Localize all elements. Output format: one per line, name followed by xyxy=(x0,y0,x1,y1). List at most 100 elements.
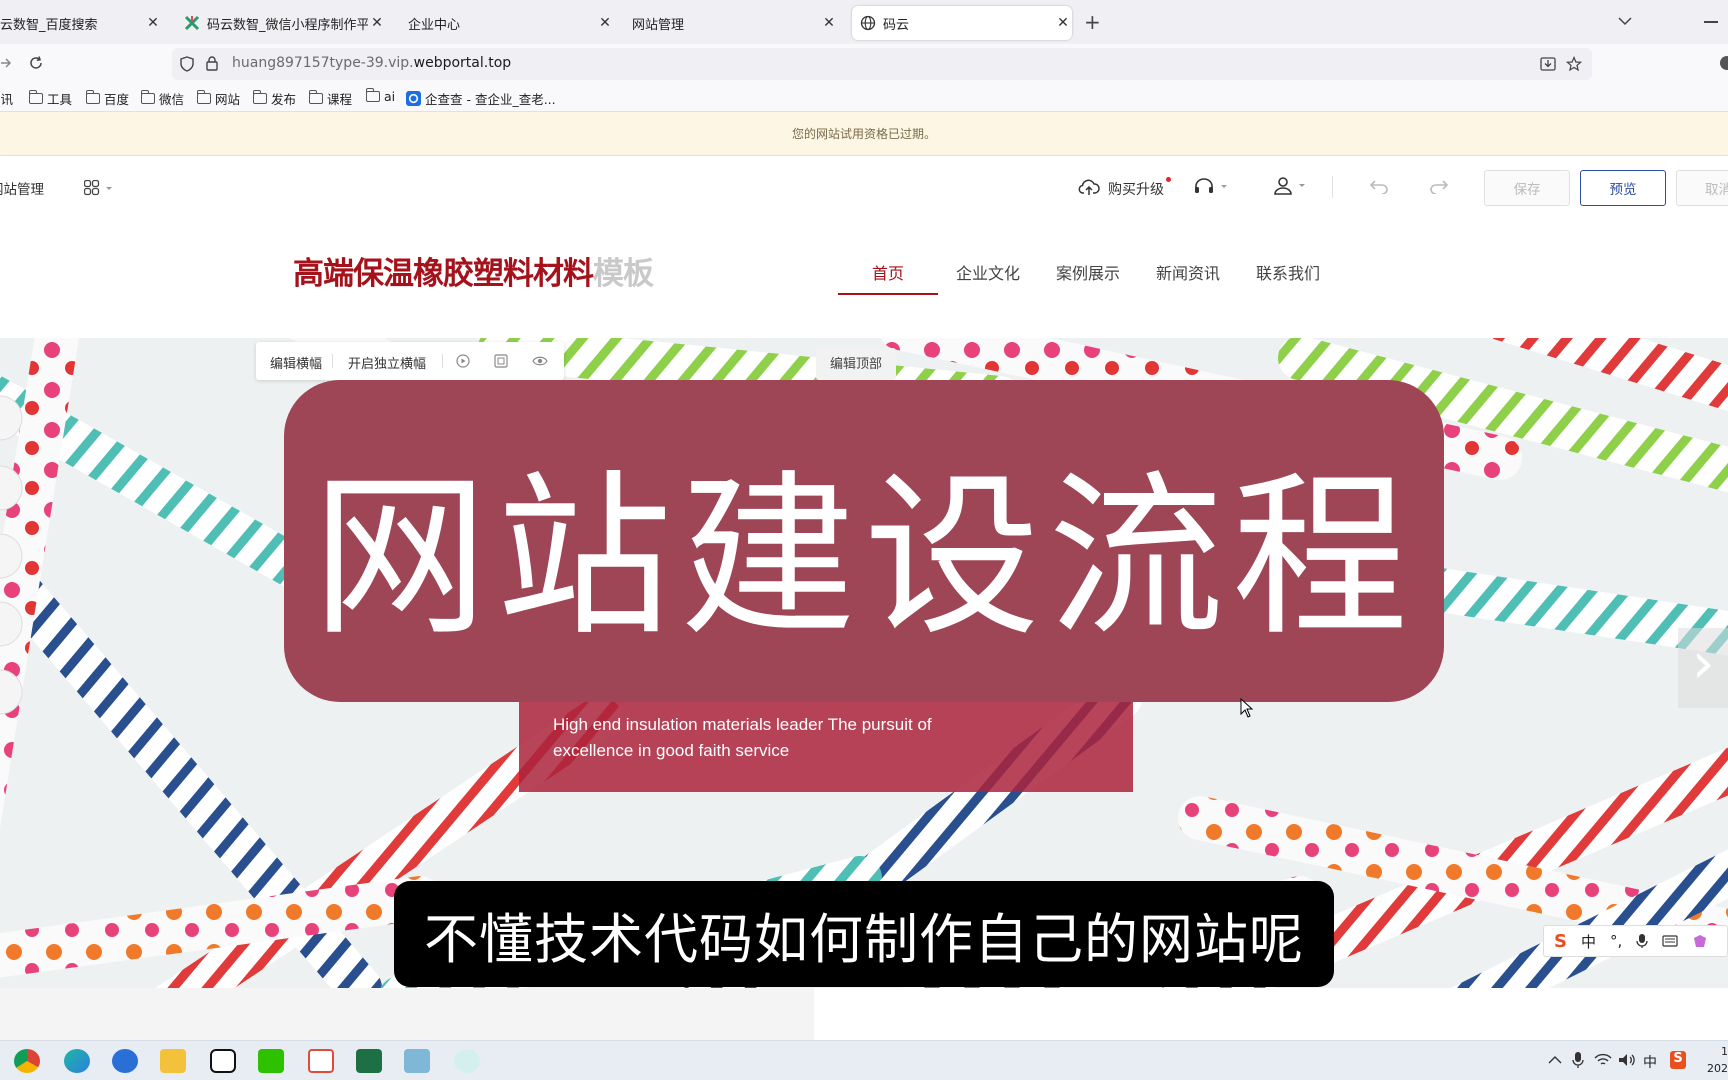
bookmark-label: 课程 xyxy=(327,92,353,107)
edit-top-button[interactable]: 编辑顶部 xyxy=(816,348,896,380)
close-icon[interactable]: ✕ xyxy=(144,15,162,31)
folder-icon xyxy=(365,88,380,102)
video-overlay-title: 网站建设流程 xyxy=(284,380,1444,702)
bookmark-folder[interactable]: 百度 xyxy=(85,89,129,108)
bookmark-folder[interactable]: ai xyxy=(365,88,396,104)
logo-suffix-text: 模板 xyxy=(593,256,654,292)
download-page-icon[interactable] xyxy=(1540,56,1556,72)
bookmark-folder[interactable]: 网站 xyxy=(196,89,241,108)
undo-icon[interactable] xyxy=(1370,178,1388,194)
shield-icon[interactable] xyxy=(180,56,194,72)
nav-item-culture[interactable]: 企业文化 xyxy=(956,260,1020,284)
save-button[interactable]: 保存 xyxy=(1484,170,1570,206)
bookmark-folder[interactable]: 微信 xyxy=(140,89,185,108)
bookmark-label: 网站 xyxy=(215,92,241,107)
folder-icon xyxy=(140,90,155,104)
sogou-tray-icon[interactable]: S xyxy=(1670,1051,1686,1069)
video-editor-icon[interactable] xyxy=(308,1049,334,1073)
banner-subtitle-text: High end insulation materials leader The… xyxy=(553,715,932,760)
tab-site-manage[interactable]: 网站管理 ✕ xyxy=(632,6,838,40)
user-account-icon[interactable] xyxy=(1274,177,1310,195)
microphone-icon[interactable] xyxy=(1636,933,1648,949)
sogou-logo-icon[interactable]: S xyxy=(1554,931,1567,952)
qichacha-icon xyxy=(406,91,421,106)
tray-ime-indicator[interactable]: 中 xyxy=(1643,1052,1657,1072)
site-logo[interactable]: 高端保温橡胶塑料材料模板 xyxy=(293,248,654,293)
url-domain: webportal.top xyxy=(413,55,512,71)
cloud-upload-icon[interactable] xyxy=(1078,178,1100,196)
apps-grid-icon[interactable] xyxy=(84,180,116,196)
bookmark-folder[interactable]: 课程 xyxy=(308,89,353,108)
play-circle-icon[interactable] xyxy=(456,354,470,368)
clock[interactable]: 1 202 xyxy=(1696,1043,1728,1079)
edit-banner-button[interactable]: 编辑横幅 xyxy=(270,353,322,372)
wechat-icon[interactable] xyxy=(258,1049,284,1073)
independent-banner-button[interactable]: 开启独立横幅 xyxy=(348,353,426,372)
tab-label: 云数智_百度搜索 xyxy=(0,17,98,33)
bookmark-folder[interactable]: 工具 xyxy=(28,89,72,108)
eye-icon[interactable] xyxy=(532,354,548,368)
folder-icon xyxy=(85,90,100,104)
keyboard-icon[interactable] xyxy=(1662,934,1678,948)
qq-icon[interactable] xyxy=(210,1049,236,1073)
preview-button[interactable]: 预览 xyxy=(1580,170,1666,206)
trial-expired-notice: 您的网站试用资格已过期。 xyxy=(0,112,1728,156)
bookmark-folder[interactable]: 发布 xyxy=(252,89,296,108)
flower-app-icon[interactable] xyxy=(454,1049,480,1073)
divider xyxy=(1332,176,1333,198)
chevron-right-icon: › xyxy=(1692,631,1715,696)
site-manage-link[interactable]: 网站管理 xyxy=(0,178,44,198)
chrome-icon[interactable] xyxy=(14,1049,40,1073)
reload-icon[interactable] xyxy=(28,55,44,71)
skin-icon[interactable] xyxy=(1692,934,1708,948)
nav-item-cases[interactable]: 案例展示 xyxy=(1056,260,1120,284)
folder-icon xyxy=(252,90,267,104)
star-icon[interactable] xyxy=(1566,56,1582,72)
close-icon[interactable]: ✕ xyxy=(596,15,614,31)
minimize-icon[interactable] xyxy=(1704,21,1718,23)
site-header: 高端保温橡胶塑料材料模板 首页 企业文化 案例展示 新闻资讯 联系我们 xyxy=(0,218,1728,338)
tab-mayun[interactable]: 码云 ✕ xyxy=(852,6,1072,40)
file-explorer-icon[interactable] xyxy=(160,1049,186,1073)
cancel-button[interactable]: 取消 xyxy=(1676,170,1728,206)
forward-icon[interactable] xyxy=(0,56,12,70)
close-icon[interactable]: ✕ xyxy=(368,15,386,31)
notes-app-icon[interactable] xyxy=(404,1049,430,1073)
nav-item-home[interactable]: 首页 xyxy=(872,260,904,284)
headset-icon[interactable] xyxy=(1194,178,1230,196)
volume-icon[interactable] xyxy=(1618,1053,1636,1067)
layout-frame-icon[interactable] xyxy=(494,354,508,368)
extension-icon[interactable] xyxy=(1720,56,1728,70)
bookmark-label: 微信 xyxy=(159,92,185,107)
purchase-upgrade-button[interactable]: 购买升级 xyxy=(1108,179,1164,199)
tab-mayun-miniprogram[interactable]: 码云数智_微信小程序制作平台_ ✕ xyxy=(184,6,386,40)
address-bar[interactable]: huang897157type-39.vip.webportal.top xyxy=(172,48,1592,80)
chevron-down-icon[interactable] xyxy=(1618,16,1632,26)
chevron-up-icon[interactable] xyxy=(1548,1055,1562,1065)
redo-icon[interactable] xyxy=(1430,178,1448,194)
bookmark-qichacha[interactable]: 企查查 - 查企业_查老... xyxy=(406,89,556,108)
new-tab-button[interactable]: + xyxy=(1084,10,1101,34)
nav-item-contact[interactable]: 联系我们 xyxy=(1256,260,1320,284)
banner-edit-toolbar: 编辑横幅 开启独立横幅 xyxy=(256,342,564,380)
punctuation-icon[interactable]: °, xyxy=(1610,932,1622,950)
bookmark-item[interactable]: 资讯 xyxy=(0,89,13,108)
mic-tray-icon[interactable] xyxy=(1572,1051,1584,1069)
sogou-browser-icon[interactable] xyxy=(112,1049,138,1073)
edge-icon[interactable] xyxy=(64,1049,90,1073)
wifi-icon[interactable] xyxy=(1594,1053,1612,1067)
tab-enterprise-center[interactable]: 企业中心 ✕ xyxy=(408,6,614,40)
banner-next-button[interactable]: › xyxy=(1678,628,1728,708)
bookmark-label: ai xyxy=(384,89,396,104)
url-text[interactable]: huang897157type-39.vip.webportal.top xyxy=(232,55,511,71)
notification-dot xyxy=(1166,177,1171,182)
mayun-favicon-icon xyxy=(184,15,200,31)
excel-icon[interactable] xyxy=(356,1049,382,1073)
lock-icon[interactable] xyxy=(206,56,218,71)
tab-baidu[interactable]: 云数智_百度搜索 ✕ xyxy=(0,6,162,40)
mouse-cursor-icon xyxy=(1240,698,1254,718)
ime-lang-toggle[interactable]: 中 xyxy=(1581,931,1596,952)
close-icon[interactable]: ✕ xyxy=(1054,15,1072,31)
close-icon[interactable]: ✕ xyxy=(820,15,838,31)
nav-item-news[interactable]: 新闻资讯 xyxy=(1156,260,1220,284)
